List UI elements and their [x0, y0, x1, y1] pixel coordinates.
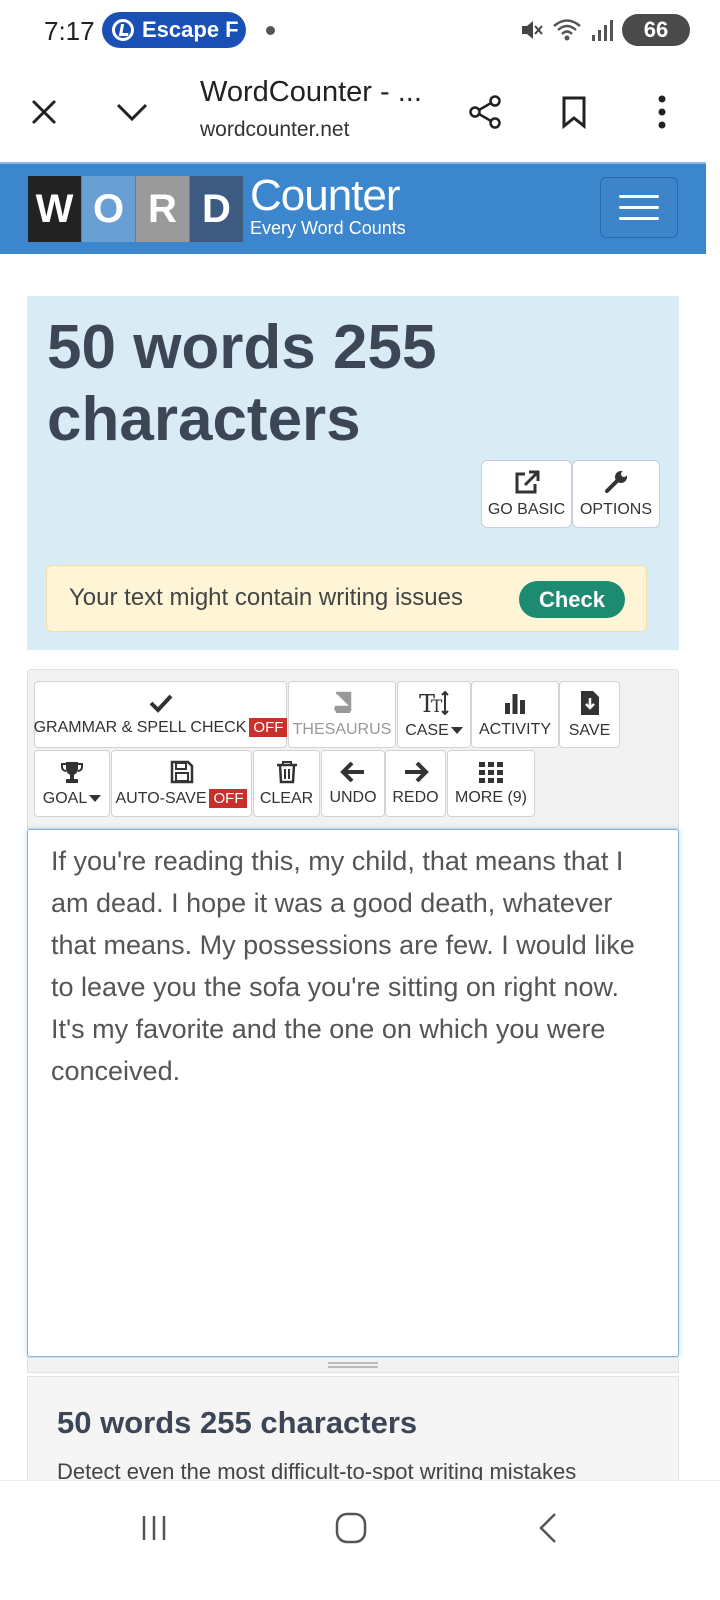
logo-letter-w: W	[28, 176, 81, 242]
grammar-label: GRAMMAR & SPELL CHECK	[33, 718, 247, 736]
battery-indicator: 66	[622, 14, 690, 46]
hamburger-menu-button[interactable]	[600, 177, 678, 238]
arrow-right-icon	[404, 761, 429, 782]
options-button[interactable]: OPTIONS	[572, 460, 660, 528]
notification-dot-icon	[266, 26, 275, 35]
signal-icon	[592, 20, 613, 41]
word-count-heading: 50 words 255 characters	[47, 313, 437, 454]
share-button[interactable]	[459, 86, 511, 138]
thesaurus-label: THESAURUS	[292, 720, 392, 738]
editor-toolbar: GRAMMAR & SPELL CHECK OFF THESAURUS T T C…	[27, 669, 679, 829]
notification-pill[interactable]: Escape F	[102, 12, 246, 48]
activity-label: ACTIVITY	[478, 720, 551, 738]
go-basic-label: GO BASIC	[487, 501, 566, 518]
case-label: CASE	[405, 721, 449, 739]
bookmark-button[interactable]	[548, 86, 600, 138]
more-tools-label: MORE (9)	[455, 788, 527, 806]
system-nav-bar	[0, 1480, 720, 1600]
home-button[interactable]	[321, 1503, 381, 1553]
status-bar: 7:17 Escape F 66	[0, 0, 720, 62]
logo-letter-d: D	[190, 176, 243, 242]
more-vertical-icon	[658, 95, 666, 129]
logo-tagline: Every Word Counts	[250, 218, 406, 238]
status-time: 7:17	[44, 16, 95, 46]
logo-letter-r: R	[136, 176, 189, 242]
site-header: W O R D Counter Every Word Counts	[0, 162, 706, 254]
auto-save-off-badge: OFF	[209, 788, 248, 808]
trash-icon	[276, 760, 297, 783]
options-label: OPTIONS	[579, 501, 652, 518]
clear-button[interactable]: CLEAR	[253, 750, 320, 817]
thesaurus-button[interactable]: THESAURUS	[288, 681, 396, 748]
chevron-down-icon	[116, 103, 148, 122]
close-tab-button[interactable]	[18, 86, 70, 138]
grammar-check-button[interactable]: GRAMMAR & SPELL CHECK OFF	[33, 681, 288, 748]
hamburger-icon	[619, 195, 659, 198]
goal-label: GOAL	[42, 789, 88, 807]
case-button[interactable]: T T CASE	[397, 681, 471, 748]
redo-button[interactable]: REDO	[385, 750, 446, 817]
page-url[interactable]: wordcounter.net	[200, 118, 349, 142]
summary-heading: 50 words 255 characters	[57, 1405, 418, 1440]
goal-button[interactable]: GOAL	[34, 750, 110, 817]
grammar-off-badge: OFF	[249, 717, 288, 737]
wrench-icon	[605, 471, 627, 493]
mute-icon	[522, 21, 543, 39]
save-button[interactable]: SAVE	[559, 681, 620, 748]
more-tools-button[interactable]: MORE (9)	[447, 750, 535, 817]
logo-counter-text: Counter	[250, 171, 401, 220]
page-title: WordCounter - ...	[200, 76, 422, 108]
logo-letter-o: O	[82, 176, 135, 242]
stats-panel: 50 words 255 characters GO BASIC OPTIONS…	[27, 296, 679, 650]
caret-down-icon	[450, 726, 463, 734]
summary-card: 50 words 255 characters Detect even the …	[27, 1376, 679, 1496]
recent-apps-icon	[142, 1516, 166, 1540]
wifi-icon	[553, 19, 581, 41]
activity-button[interactable]: ACTIVITY	[471, 681, 559, 748]
undo-label: UNDO	[329, 788, 377, 806]
undo-button[interactable]: UNDO	[321, 750, 385, 817]
text-height-icon: T T	[419, 690, 449, 716]
notice-text: Your text might contain writing issues	[69, 584, 463, 611]
checkmark-icon	[149, 694, 172, 713]
recent-apps-button[interactable]	[124, 1503, 184, 1553]
close-icon	[31, 99, 57, 125]
writing-issues-notice: Your text might contain writing issues C…	[46, 565, 647, 632]
status-icons: 66	[518, 14, 690, 46]
bookmark-icon	[562, 96, 586, 129]
notification-label: Escape F	[142, 17, 239, 42]
browser-toolbar: WordCounter - ... wordcounter.net	[0, 62, 720, 162]
external-link-icon	[515, 470, 539, 494]
auto-save-button[interactable]: AUTO-SAVE OFF	[111, 750, 252, 817]
escape-app-icon	[112, 19, 134, 41]
more-options-button[interactable]	[636, 86, 688, 138]
auto-save-label: AUTO-SAVE	[115, 789, 207, 807]
clear-label: CLEAR	[259, 789, 314, 807]
text-editor[interactable]: If you're reading this, my child, that m…	[27, 829, 679, 1357]
home-icon	[335, 1512, 367, 1544]
redo-label: REDO	[392, 788, 439, 806]
floppy-disk-icon	[170, 760, 193, 783]
grid-icon	[479, 761, 503, 783]
svg-text:T: T	[431, 697, 443, 716]
caret-down-icon	[89, 794, 102, 802]
back-icon	[539, 1513, 556, 1543]
file-download-icon	[580, 690, 599, 715]
book-icon	[334, 691, 352, 713]
share-icon	[469, 95, 501, 129]
arrow-left-icon	[340, 761, 364, 782]
trophy-icon	[61, 761, 83, 783]
go-basic-button[interactable]: GO BASIC	[481, 460, 572, 528]
back-button[interactable]	[518, 1503, 578, 1553]
resize-grip-icon	[328, 1362, 378, 1368]
bar-chart-icon	[505, 693, 525, 714]
check-button[interactable]: Check	[519, 581, 625, 618]
save-label: SAVE	[568, 721, 611, 739]
minimize-tab-button[interactable]	[106, 86, 158, 138]
editor-text[interactable]: If you're reading this, my child, that m…	[51, 840, 651, 1092]
editor-resize-handle[interactable]	[27, 1357, 679, 1373]
